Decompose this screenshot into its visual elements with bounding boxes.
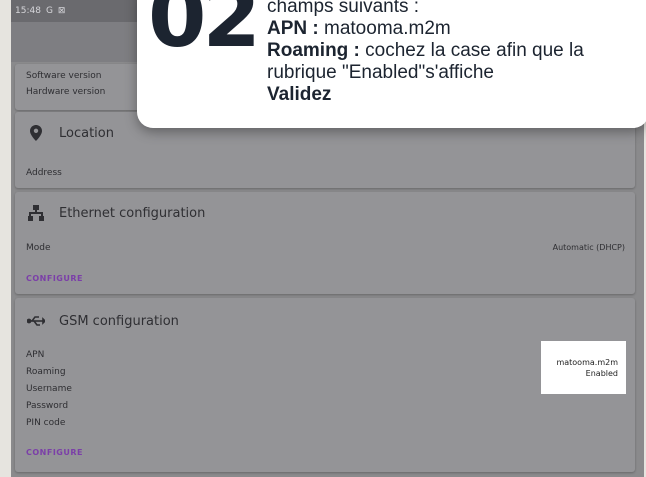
roaming-val: cochez la case afin que la (359, 40, 584, 61)
instruction-line-1: champs suivants : (267, 0, 420, 17)
gsm-values-highlight: matooma.m2m Enabled (541, 341, 626, 394)
instruction-line-apn: APN : matooma.m2m (267, 18, 642, 40)
ethernet-title: Ethernet configuration (59, 205, 206, 221)
gsm-configure-button[interactable]: CONFIGURE (26, 448, 83, 457)
status-time: 15:48 (15, 6, 41, 16)
roaming-label: Roaming (26, 367, 66, 377)
hardware-version-label: Hardware version (26, 87, 106, 97)
apn-label: APN (26, 350, 45, 360)
ethernet-card: Ethernet configuration Mode Automatic (D… (15, 192, 635, 294)
ethernet-configure-button[interactable]: CONFIGURE (26, 274, 83, 283)
step-number: 02 (148, 0, 261, 66)
roaming-value: Enabled (585, 369, 618, 378)
pin-code-label: PIN code (26, 418, 66, 428)
location-pin-icon (27, 124, 45, 142)
address-label: Address (26, 168, 62, 178)
gsm-header: GSM configuration (27, 312, 179, 330)
software-version-label: Software version (26, 71, 102, 81)
username-label: Username (26, 384, 72, 394)
gsm-title: GSM configuration (59, 313, 179, 329)
apn-value: matooma.m2m (556, 358, 618, 367)
usb-icon (27, 312, 45, 330)
ethernet-header: Ethernet configuration (27, 204, 205, 222)
roaming-key: Roaming : (267, 40, 360, 61)
instruction-line-4: rubrique "Enabled"s'affiche (267, 62, 494, 83)
location-header: Location (27, 124, 114, 142)
instruction-text: champs suivants : APN : matooma.m2m Roam… (267, 0, 642, 106)
instruction-validate: Validez (267, 84, 332, 105)
ethernet-icon (27, 204, 45, 222)
apn-key: APN : (267, 18, 319, 39)
password-label: Password (26, 401, 69, 411)
location-title: Location (59, 125, 114, 141)
instruction-line-roaming: Roaming : cochez la case afin que la (267, 40, 642, 62)
g-icon: G (45, 6, 53, 16)
notification-icon: ⊠ (57, 6, 66, 16)
mode-value: Automatic (DHCP) (552, 243, 625, 252)
apn-val: matooma.m2m (318, 18, 451, 39)
mode-label: Mode (26, 243, 51, 253)
